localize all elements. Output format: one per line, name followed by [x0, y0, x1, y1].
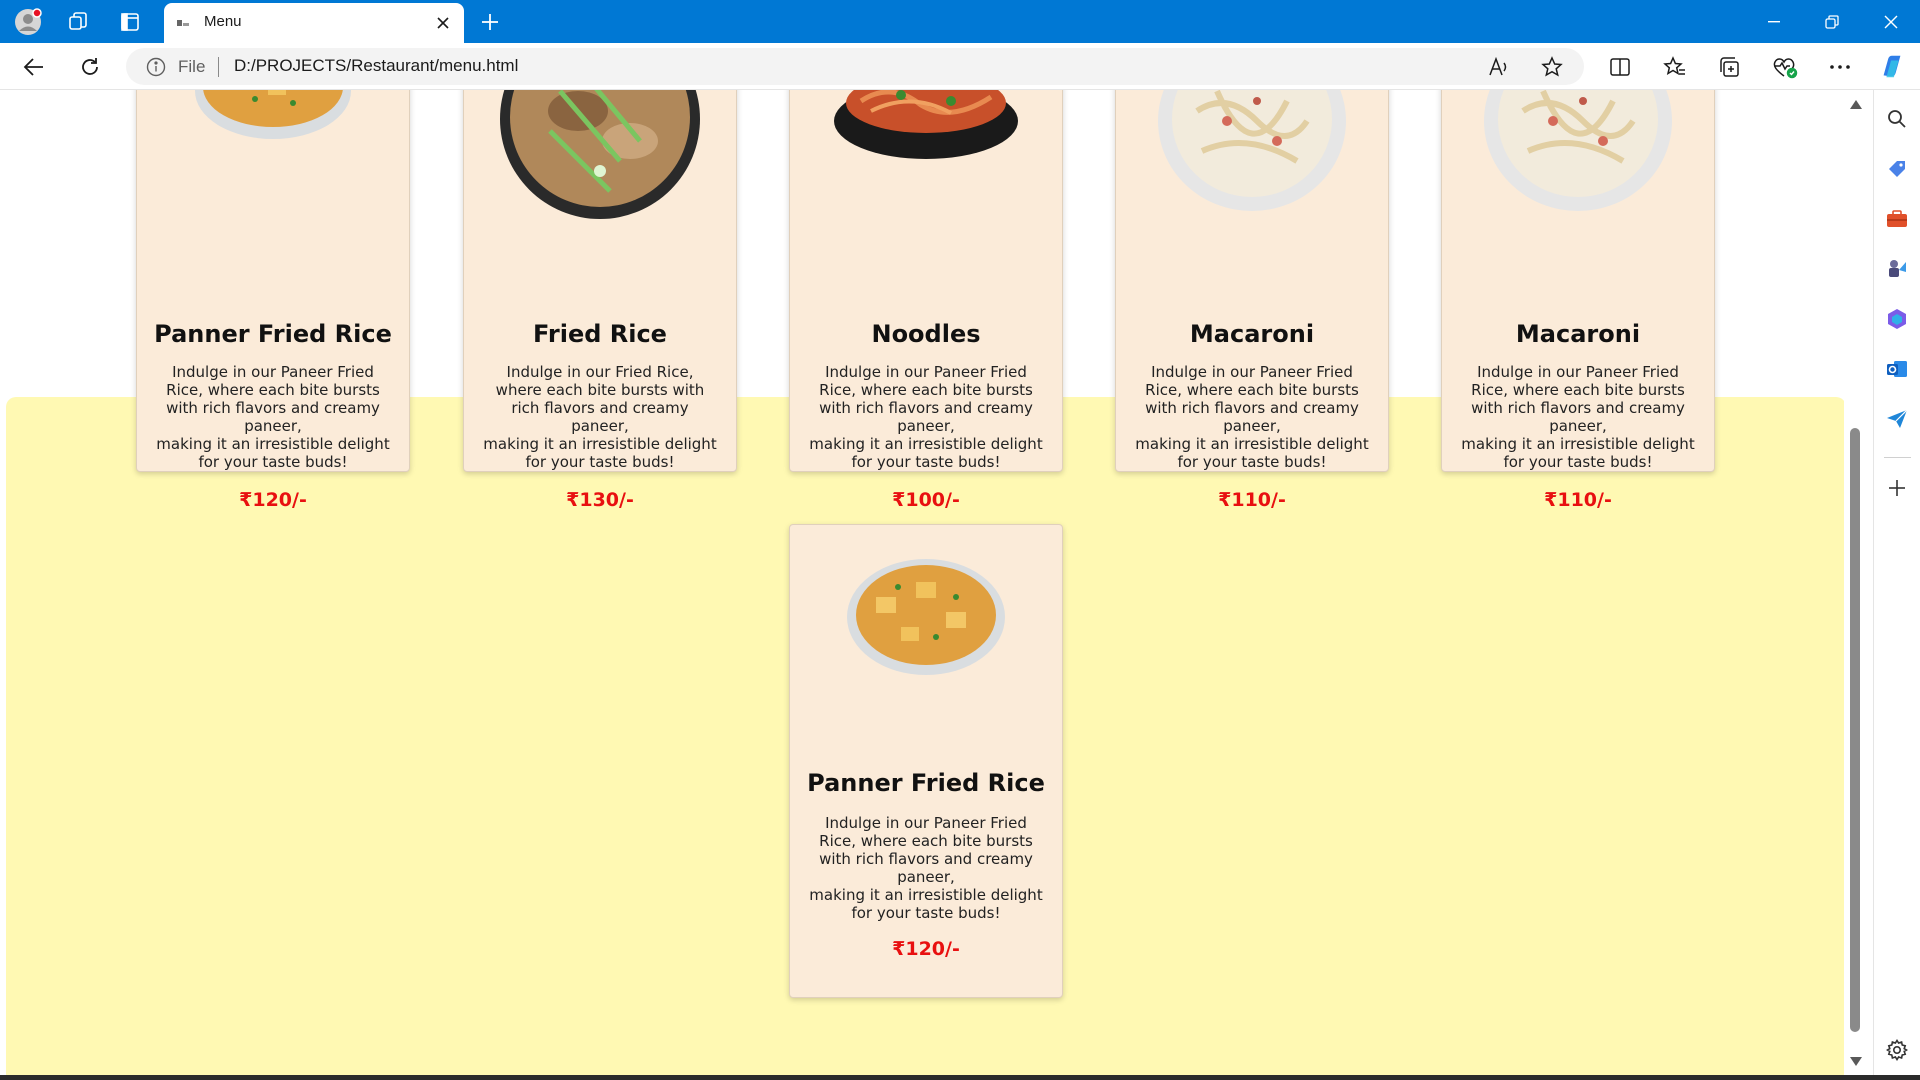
- dish-image: [137, 90, 409, 141]
- address-bar[interactable]: File D:/PROJECTS/Restaurant/menu.html: [126, 48, 1584, 85]
- dish-name: Macaroni: [1515, 320, 1641, 348]
- browser-toolbar: File D:/PROJECTS/Restaurant/menu.html: [0, 43, 1920, 90]
- star-icon[interactable]: [1539, 54, 1565, 80]
- add-icon[interactable]: [1884, 475, 1910, 501]
- scroll-thumb[interactable]: [1850, 428, 1860, 1032]
- new-tab-icon[interactable]: [476, 8, 504, 36]
- dish-price: ₹120/-: [892, 938, 960, 960]
- split-screen-icon[interactable]: [1606, 53, 1634, 81]
- games-icon[interactable]: [1884, 256, 1910, 282]
- more-icon[interactable]: [1826, 53, 1854, 81]
- dish-image: [464, 90, 736, 219]
- settings-gear-icon[interactable]: [1884, 1037, 1910, 1063]
- dish-name: Macaroni: [1189, 320, 1315, 348]
- microsoft-365-icon[interactable]: [1884, 306, 1910, 332]
- dish-name: Panner Fried Rice: [154, 320, 392, 348]
- menu-card[interactable]: Macaroni Indulge in our Paneer Fried Rice…: [1441, 90, 1715, 511]
- file-label: File: [178, 57, 206, 76]
- dish-image: [790, 90, 1062, 161]
- url-text[interactable]: D:/PROJECTS/Restaurant/menu.html: [234, 56, 518, 76]
- page-scrollbar[interactable]: [1846, 90, 1864, 1070]
- dish-price: ₹110/-: [1218, 489, 1286, 511]
- tools-icon[interactable]: [1884, 206, 1910, 232]
- dish-image: [1442, 90, 1714, 211]
- dish-description: Indulge in our Paneer Fried Rice, where e…: [1135, 363, 1369, 471]
- shopping-tag-icon[interactable]: [1884, 156, 1910, 182]
- dish-price: ₹120/-: [239, 489, 307, 511]
- dish-name: Noodles: [871, 320, 981, 348]
- dish-price: ₹130/-: [566, 489, 634, 511]
- close-window-icon[interactable]: [1862, 0, 1920, 43]
- outlook-icon[interactable]: [1884, 356, 1910, 382]
- menu-card[interactable]: Fried Rice Indulge in our Fried Rice, whe…: [463, 90, 737, 511]
- sidebar-divider: [1884, 457, 1911, 458]
- page-favicon-icon: [177, 20, 189, 26]
- menu-card[interactable]: Panner Fried Rice Indulge in our Paneer …: [136, 90, 410, 511]
- close-tab-icon[interactable]: [432, 12, 454, 34]
- menu-card[interactable]: Noodles Indulge in our Paneer Fried Rice,…: [789, 90, 1063, 511]
- read-aloud-icon[interactable]: [1486, 54, 1512, 80]
- scroll-down-arrow-icon[interactable]: [1850, 1057, 1862, 1066]
- dish-name: Panner Fried Rice: [807, 769, 1045, 797]
- restore-icon[interactable]: [1803, 0, 1861, 43]
- tab-menu[interactable]: Menu: [164, 3, 464, 43]
- dish-description: Indulge in our Paneer Fried Rice, where e…: [809, 814, 1043, 922]
- favorites-icon[interactable]: [1661, 53, 1689, 81]
- dish-image: [1116, 90, 1388, 211]
- dish-description: Indulge in our Fried Rice, where each bit…: [483, 363, 717, 471]
- profile-icon[interactable]: [14, 8, 42, 36]
- heart-pulse-icon[interactable]: [1771, 53, 1799, 81]
- drop-send-icon[interactable]: [1884, 406, 1910, 432]
- dish-description: Indulge in our Paneer Fried Rice, where e…: [1461, 363, 1695, 471]
- minimize-icon[interactable]: [1745, 0, 1803, 43]
- page-viewport: Panner Fried Rice Indulge in our Paneer …: [6, 90, 1844, 1075]
- dish-price: ₹110/-: [1544, 489, 1612, 511]
- menu-card[interactable]: Panner Fried Rice Indulge in our Paneer …: [789, 524, 1063, 998]
- copilot-icon[interactable]: [1878, 53, 1906, 81]
- refresh-icon[interactable]: [74, 51, 106, 83]
- tab-actions-icon[interactable]: [116, 8, 144, 36]
- collections-icon[interactable]: [1716, 53, 1744, 81]
- window-bottom-edge: [0, 1075, 1920, 1080]
- dish-description: Indulge in our Paneer Fried Rice, where e…: [156, 363, 390, 471]
- scroll-up-arrow-icon[interactable]: [1850, 100, 1862, 109]
- dish-description: Indulge in our Paneer Fried Rice, where e…: [809, 363, 1043, 471]
- menu-card[interactable]: Macaroni Indulge in our Paneer Fried Rice…: [1115, 90, 1389, 511]
- dish-price: ₹100/-: [892, 489, 960, 511]
- address-separator: [218, 57, 219, 77]
- search-icon[interactable]: [1884, 106, 1910, 132]
- tab-title: Menu: [204, 13, 242, 30]
- info-icon[interactable]: [146, 57, 166, 77]
- edge-sidebar: [1873, 90, 1920, 1080]
- dish-image: [790, 557, 1062, 677]
- workspaces-icon[interactable]: [64, 8, 92, 36]
- title-bar: Menu: [0, 0, 1920, 43]
- dish-name: Fried Rice: [533, 320, 667, 348]
- back-arrow-icon[interactable]: [18, 51, 50, 83]
